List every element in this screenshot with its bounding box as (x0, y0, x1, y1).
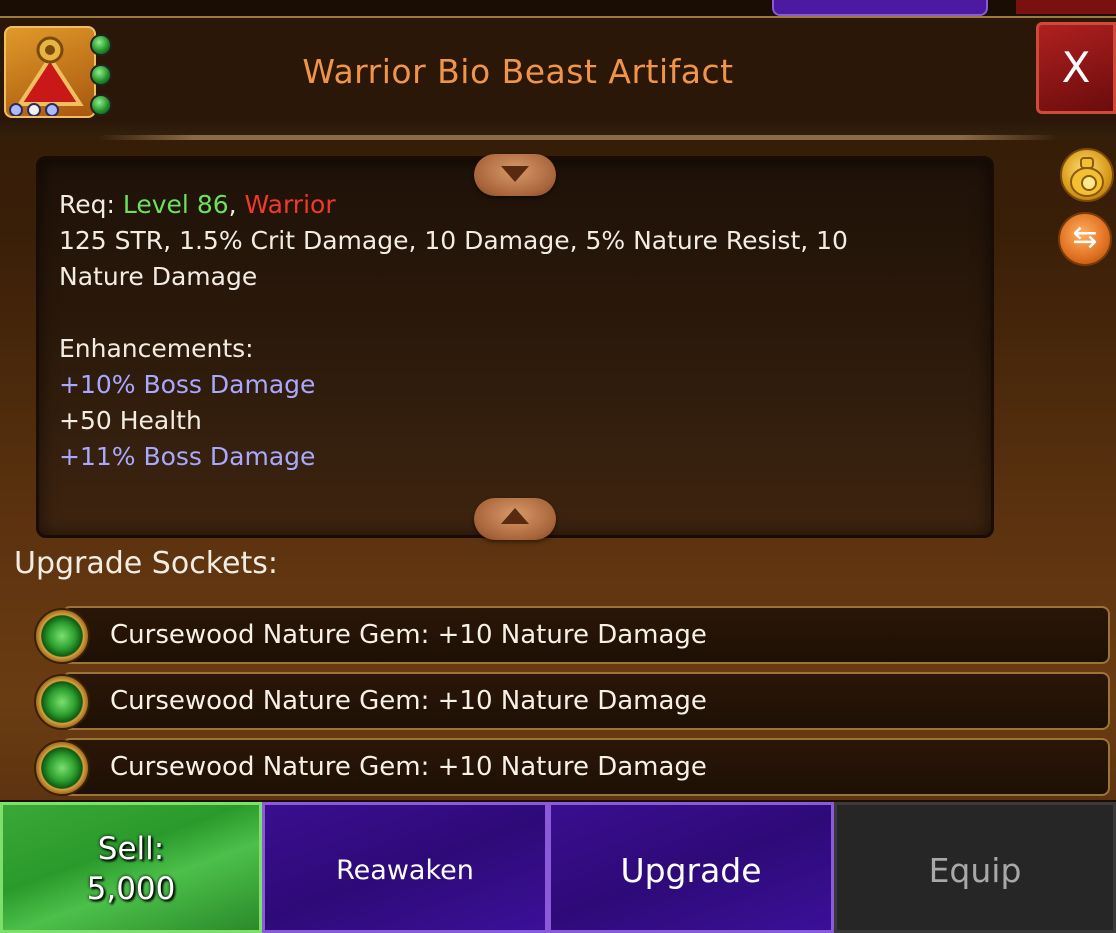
scroll-up-arrow-icon[interactable] (474, 498, 556, 540)
req-label: Req: (59, 190, 115, 219)
top-tab-purple[interactable] (772, 0, 988, 16)
enhancement-item: +10% Boss Damage (59, 370, 316, 399)
top-tab-red[interactable] (1016, 0, 1116, 14)
stats-line: 125 STR, 1.5% Crit Damage, 10 Damage, 5%… (59, 226, 848, 255)
sell-label: Sell: (97, 831, 165, 867)
enhancement-item: +50 Health (59, 406, 202, 435)
gem-slot-icon (90, 94, 112, 116)
item-title: Warrior Bio Beast Artifact (302, 52, 734, 91)
reawaken-button[interactable]: Reawaken (262, 802, 548, 933)
sell-button[interactable]: Sell: 5,000 (0, 802, 262, 933)
nature-gem-icon (34, 674, 90, 730)
socket-row[interactable]: Cursewood Nature Gem: +10 Nature Damage (62, 672, 1110, 730)
gem-slot-icon (90, 64, 112, 86)
warrior-artifact-icon (4, 26, 96, 118)
item-description: Req: Level 86, Warrior 125 STR, 1.5% Cri… (59, 187, 959, 475)
socket-label: Cursewood Nature Gem: +10 Nature Damage (110, 686, 707, 716)
close-button[interactable]: X (1036, 22, 1116, 114)
gem-slot-icon (90, 34, 112, 56)
gem-slots-indicator (88, 34, 112, 116)
item-detail-screen: Warrior Bio Beast Artifact X ⇆ Req: Leve… (0, 0, 1116, 933)
header-divider (98, 135, 1058, 140)
socket-label: Cursewood Nature Gem: +10 Nature Damage (110, 752, 707, 782)
enhancements-heading: Enhancements: (59, 334, 254, 363)
socket-label: Cursewood Nature Gem: +10 Nature Damage (110, 620, 707, 650)
swap-icon[interactable]: ⇆ (1058, 212, 1112, 266)
req-class: Warrior (244, 190, 336, 219)
scroll-down-arrow-icon[interactable] (474, 154, 556, 196)
nature-gem-icon (34, 740, 90, 796)
upgrade-sockets-heading: Upgrade Sockets: (14, 546, 278, 581)
sell-price: 5,000 (86, 871, 176, 907)
nature-gem-icon (34, 608, 90, 664)
item-description-panel[interactable]: Req: Level 86, Warrior 125 STR, 1.5% Cri… (36, 156, 994, 538)
money-bag-icon[interactable] (1060, 148, 1114, 202)
enhancement-item: +11% Boss Damage (59, 442, 316, 471)
socket-row[interactable]: Cursewood Nature Gem: +10 Nature Damage (62, 606, 1110, 664)
req-separator: , (228, 190, 237, 219)
equip-button[interactable]: Equip (834, 802, 1116, 933)
upgrade-button[interactable]: Upgrade (548, 802, 834, 933)
req-level: Level 86 (122, 190, 229, 219)
stats-line: Nature Damage (59, 262, 258, 291)
socket-row[interactable]: Cursewood Nature Gem: +10 Nature Damage (62, 738, 1110, 796)
